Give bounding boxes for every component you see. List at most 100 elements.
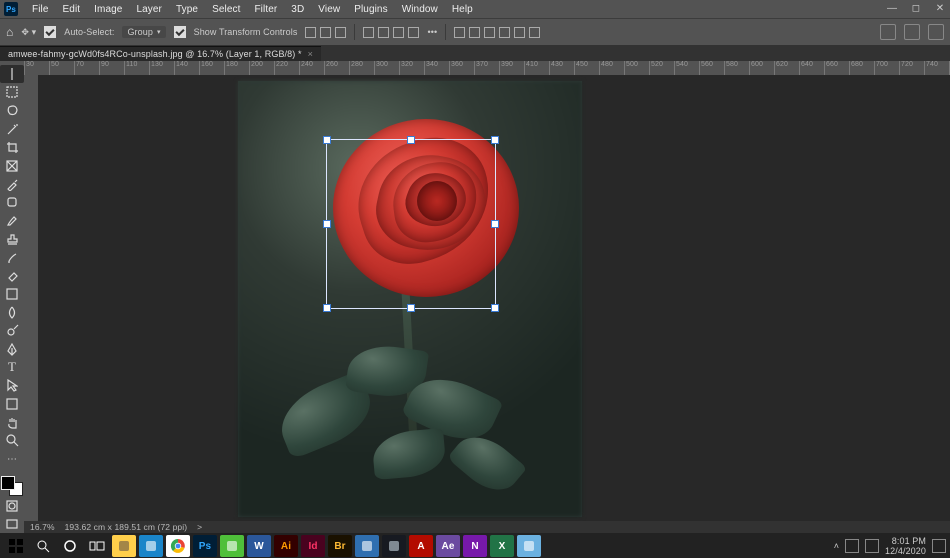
ruler-horizontal: 3050709011013014016018020022024026028030… bbox=[24, 61, 950, 75]
app-icon: Ps bbox=[4, 2, 18, 16]
canvas[interactable] bbox=[38, 75, 950, 521]
zoom-tool[interactable] bbox=[0, 432, 24, 450]
hand-tool[interactable] bbox=[0, 413, 24, 431]
transform-bbox[interactable] bbox=[326, 139, 496, 309]
heal-tool[interactable] bbox=[0, 193, 24, 211]
tb-illustrator[interactable]: Ai bbox=[274, 535, 298, 557]
type-tool[interactable]: T bbox=[0, 358, 24, 376]
marquee-tool[interactable] bbox=[0, 83, 24, 101]
autoselect-mode[interactable]: Group ▾ bbox=[122, 26, 165, 38]
gradient-tool[interactable] bbox=[0, 285, 24, 303]
tb-aftereffects[interactable]: Ae bbox=[436, 535, 460, 557]
tray-chevron-icon[interactable]: ˄ bbox=[834, 541, 839, 551]
tray-volume-icon[interactable] bbox=[865, 539, 879, 553]
tb-paint3d[interactable] bbox=[517, 535, 541, 557]
zoom-level[interactable]: 16.7% bbox=[30, 522, 55, 532]
quickmask-tool[interactable] bbox=[0, 496, 24, 514]
tb-search[interactable] bbox=[31, 535, 55, 557]
ruler-vertical bbox=[24, 75, 38, 521]
tb-app-blue[interactable] bbox=[355, 535, 379, 557]
menu-image[interactable]: Image bbox=[88, 2, 128, 17]
handle-sw[interactable] bbox=[323, 304, 331, 312]
document-tabbar: amwee-fahmy-gcWd0fs4RCo-unsplash.jpg @ 1… bbox=[0, 45, 950, 61]
shape-tool[interactable] bbox=[0, 395, 24, 413]
workspace-icon[interactable] bbox=[928, 24, 944, 40]
tb-steam[interactable] bbox=[382, 535, 406, 557]
tb-acrobat[interactable]: A bbox=[409, 535, 433, 557]
tray-network-icon[interactable] bbox=[845, 539, 859, 553]
handle-s[interactable] bbox=[407, 304, 415, 312]
color-swatch[interactable] bbox=[1, 476, 23, 496]
search-icon[interactable] bbox=[880, 24, 896, 40]
menu-help[interactable]: Help bbox=[446, 2, 479, 17]
menu-window[interactable]: Window bbox=[396, 2, 444, 17]
menu-layer[interactable]: Layer bbox=[130, 2, 168, 17]
handle-ne[interactable] bbox=[491, 136, 499, 144]
crop-tool[interactable] bbox=[0, 138, 24, 156]
tb-edge[interactable] bbox=[139, 535, 163, 557]
tb-cortana[interactable] bbox=[58, 535, 82, 557]
more-options[interactable]: ••• bbox=[427, 27, 437, 37]
screenmode-tool[interactable] bbox=[0, 515, 24, 533]
handle-n[interactable] bbox=[407, 136, 415, 144]
menu-edit[interactable]: Edit bbox=[57, 2, 87, 17]
canvas-area: 3050709011013014016018020022024026028030… bbox=[24, 61, 950, 533]
handle-w[interactable] bbox=[323, 220, 331, 228]
autoselect-label: Auto-Select: bbox=[64, 27, 114, 37]
path-select-tool[interactable] bbox=[0, 377, 24, 395]
showtc-label: Show Transform Controls bbox=[194, 27, 298, 37]
close-tab-icon[interactable]: × bbox=[308, 49, 313, 59]
move-tool-icon: ✥ ▾ bbox=[21, 27, 36, 38]
tb-indesign[interactable]: Id bbox=[301, 535, 325, 557]
dodge-tool[interactable] bbox=[0, 322, 24, 340]
document-tab[interactable]: amwee-fahmy-gcWd0fs4RCo-unsplash.jpg @ 1… bbox=[0, 46, 321, 61]
menu-type[interactable]: Type bbox=[170, 2, 204, 17]
pen-tool[interactable] bbox=[0, 340, 24, 358]
stamp-tool[interactable] bbox=[0, 230, 24, 248]
frame-tool[interactable] bbox=[0, 157, 24, 175]
menubar: Ps File Edit Image Layer Type Select Fil… bbox=[0, 0, 950, 18]
menu-plugins[interactable]: Plugins bbox=[348, 2, 394, 17]
align-icons[interactable] bbox=[305, 27, 346, 38]
3d-mode-icons[interactable] bbox=[454, 27, 540, 38]
statusbar: 16.7% 193.62 cm x 189.51 cm (72 ppi) > bbox=[24, 521, 950, 533]
tb-taskview[interactable] bbox=[85, 535, 109, 557]
tb-app-green[interactable] bbox=[220, 535, 244, 557]
showtc-checkbox[interactable] bbox=[174, 26, 186, 38]
move-tool[interactable] bbox=[0, 65, 24, 83]
history-brush-tool[interactable] bbox=[0, 248, 24, 266]
tb-word[interactable]: W bbox=[247, 535, 271, 557]
menu-file[interactable]: File bbox=[26, 2, 55, 17]
lasso-tool[interactable] bbox=[0, 102, 24, 120]
status-arrow[interactable]: > bbox=[197, 522, 202, 532]
tb-start[interactable] bbox=[4, 535, 28, 557]
eraser-tool[interactable] bbox=[0, 267, 24, 285]
window-minimize[interactable]: — bbox=[886, 3, 898, 15]
window-close[interactable]: ✕ bbox=[934, 3, 946, 15]
brush-tool[interactable] bbox=[0, 212, 24, 230]
distribute-icons[interactable] bbox=[363, 27, 419, 38]
tb-bridge[interactable]: Br bbox=[328, 535, 352, 557]
notification-icon[interactable] bbox=[932, 539, 946, 553]
home-icon[interactable]: ⌂ bbox=[6, 25, 13, 39]
menu-filter[interactable]: Filter bbox=[248, 2, 283, 17]
tb-explorer[interactable] bbox=[112, 535, 136, 557]
handle-se[interactable] bbox=[491, 304, 499, 312]
tb-onenote[interactable]: N bbox=[463, 535, 487, 557]
menu-view[interactable]: View bbox=[312, 2, 346, 17]
clock[interactable]: 8:01 PM12/4/2020 bbox=[885, 536, 926, 556]
eyedropper-tool[interactable] bbox=[0, 175, 24, 193]
menu-3d[interactable]: 3D bbox=[285, 2, 310, 17]
edit-toolbar[interactable]: ⋯ bbox=[0, 450, 24, 468]
handle-e[interactable] bbox=[491, 220, 499, 228]
wand-tool[interactable] bbox=[0, 120, 24, 138]
tb-chrome[interactable] bbox=[166, 535, 190, 557]
menu-select[interactable]: Select bbox=[206, 2, 246, 17]
blur-tool[interactable] bbox=[0, 303, 24, 321]
tb-excel[interactable]: X bbox=[490, 535, 514, 557]
window-restore[interactable]: ◻ bbox=[910, 3, 922, 15]
autoselect-checkbox[interactable] bbox=[44, 26, 56, 38]
tb-photoshop[interactable]: Ps bbox=[193, 535, 217, 557]
share-icon[interactable] bbox=[904, 24, 920, 40]
handle-nw[interactable] bbox=[323, 136, 331, 144]
